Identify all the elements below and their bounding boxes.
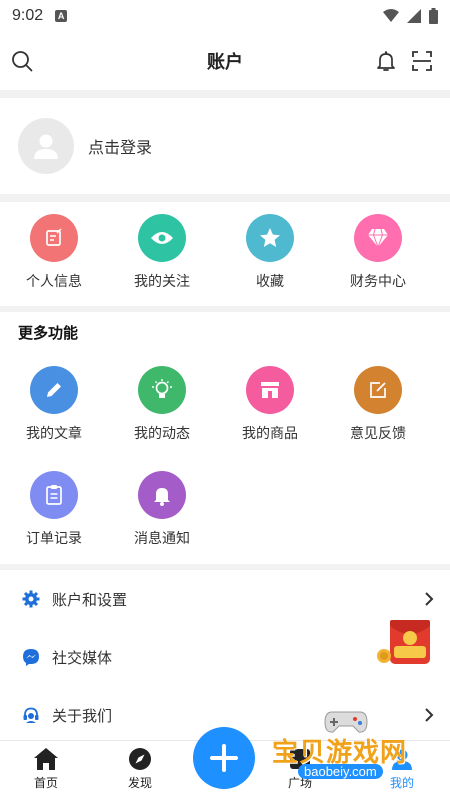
pencil-icon	[30, 366, 78, 414]
watermark-url: baobeiy.com	[298, 764, 383, 779]
quick-item-label: 个人信息	[26, 274, 82, 290]
function-notifications[interactable]: 消息通知	[108, 471, 216, 548]
diamond-icon	[354, 214, 402, 262]
headset-icon	[23, 707, 39, 723]
clipboard-icon	[30, 471, 78, 519]
plus-icon	[210, 744, 238, 772]
scan-icon[interactable]	[410, 49, 434, 73]
bell-icon[interactable]	[374, 49, 398, 73]
tab-label: 发现	[127, 776, 152, 790]
login-label[interactable]: 点击登录	[88, 134, 152, 158]
quick-item-finance[interactable]: 财务中心	[324, 202, 432, 306]
status-bar: 9:02 A	[0, 0, 450, 32]
eye-icon	[138, 214, 186, 262]
search-icon[interactable]	[10, 49, 34, 73]
avatar[interactable]	[18, 118, 74, 174]
tab-discover[interactable]: 发现	[110, 747, 170, 791]
header-bar: 账户	[0, 32, 450, 90]
user-placeholder-icon	[34, 134, 58, 159]
gamepad-icon	[324, 711, 368, 733]
site-watermark: 宝贝游戏网 baobeiy.com	[272, 706, 442, 786]
bell-icon	[138, 471, 186, 519]
red-envelope-promo-icon[interactable]	[376, 616, 440, 672]
star-icon	[246, 214, 294, 262]
quick-item-following[interactable]: 我的关注	[108, 202, 216, 306]
login-card[interactable]: 点击登录	[0, 98, 450, 194]
battery-icon	[429, 8, 438, 24]
function-grid: 我的文章 我的动态 我的商品 意见反馈 订单记录 消息通知	[0, 366, 450, 548]
list-item-label: 社交媒体	[52, 648, 113, 667]
quick-item-favorites[interactable]: 收藏	[216, 202, 324, 306]
function-feedback[interactable]: 意见反馈	[324, 366, 432, 443]
chevron-right-icon	[425, 592, 434, 606]
function-orders[interactable]: 订单记录	[0, 471, 108, 548]
messenger-icon	[23, 649, 39, 666]
function-label: 订单记录	[26, 531, 82, 547]
function-label: 我的商品	[242, 426, 298, 442]
compass-icon	[129, 748, 151, 770]
quick-item-label: 财务中心	[350, 274, 406, 290]
section-title: 更多功能	[18, 324, 79, 342]
app-notification-icon: A	[55, 10, 68, 22]
add-post-button[interactable]	[193, 727, 255, 789]
wifi-icon	[383, 9, 399, 22]
gear-icon	[22, 590, 40, 608]
function-my-activity[interactable]: 我的动态	[108, 366, 216, 443]
tab-home[interactable]: 首页	[16, 747, 76, 791]
function-label: 我的动态	[134, 426, 190, 442]
quick-item-label: 收藏	[256, 274, 284, 290]
function-label: 我的文章	[26, 426, 82, 442]
lightbulb-icon	[138, 366, 186, 414]
home-icon	[34, 748, 58, 770]
function-label: 消息通知	[134, 531, 190, 547]
store-icon	[246, 366, 294, 414]
quick-actions: 个人信息 我的关注 收藏 财务中心	[0, 202, 450, 306]
edit-icon	[354, 366, 402, 414]
quick-item-profile[interactable]: 个人信息	[0, 202, 108, 306]
more-functions-section: 更多功能 我的文章 我的动态 我的商品 意见反馈 订单记录 消息通知	[0, 312, 450, 564]
quick-item-label: 我的关注	[134, 274, 190, 290]
function-my-articles[interactable]: 我的文章	[0, 366, 108, 443]
function-my-products[interactable]: 我的商品	[216, 366, 324, 443]
list-item-label: 账户和设置	[52, 590, 128, 609]
signal-icon	[407, 9, 421, 23]
status-time: 9:02	[12, 7, 44, 24]
tab-label: 首页	[33, 776, 58, 790]
note-icon	[30, 214, 78, 262]
list-item-label: 关于我们	[52, 706, 113, 725]
function-label: 意见反馈	[350, 426, 406, 442]
